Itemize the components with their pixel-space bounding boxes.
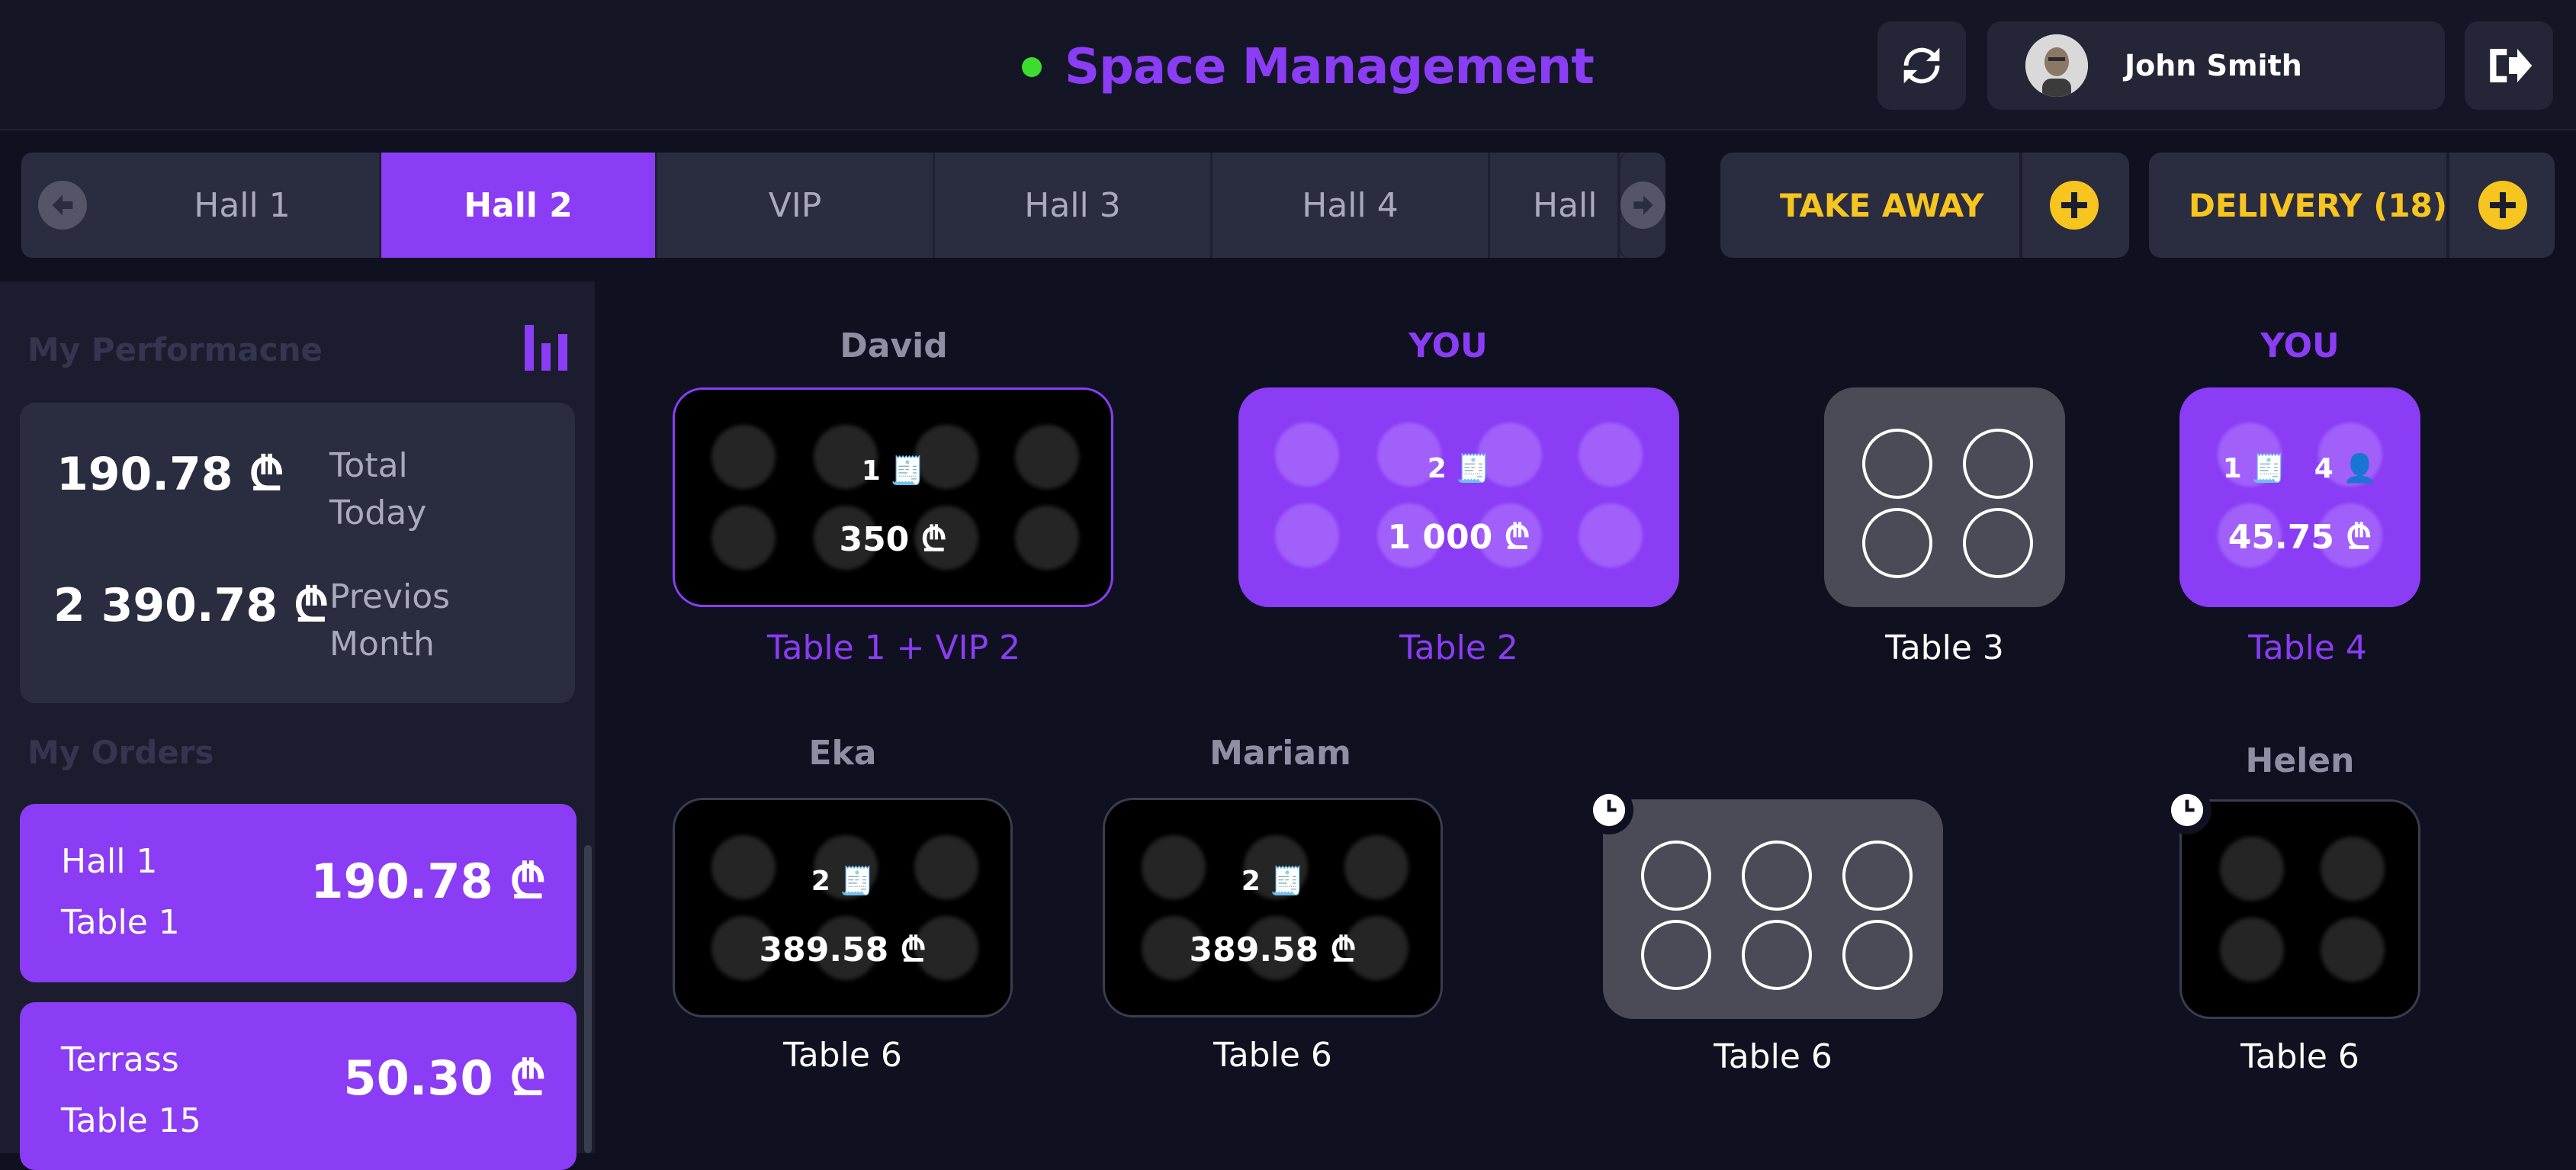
receipt-icon: 🧾	[890, 455, 925, 487]
arrow-left-icon	[38, 181, 87, 230]
table-label: Table 4	[2248, 628, 2367, 667]
receipt-count-value: 2	[811, 866, 830, 897]
receipt-count: 2 🧾	[1238, 452, 1679, 484]
take-away-button[interactable]: TAKE AWAY	[1720, 153, 2129, 258]
waiter-name: Mariam	[1209, 734, 1351, 773]
divider	[2446, 153, 2449, 258]
add-take-away-icon[interactable]	[2050, 181, 2099, 230]
order-hall: Terrass	[61, 1040, 179, 1079]
tab-hall-4[interactable]: Hall 4	[1213, 153, 1490, 258]
table-amount: 389.58 ₾	[759, 931, 927, 969]
waiter-name: Helen	[2245, 741, 2355, 780]
bar-chart-icon[interactable]	[525, 325, 567, 371]
refresh-button[interactable]	[1877, 21, 1966, 110]
table-label: Table 6	[2240, 1037, 2359, 1076]
receipt-count: 2 🧾	[675, 865, 1010, 897]
table-label: Table 3	[1885, 628, 2004, 667]
order-hall: Hall 1	[61, 842, 158, 881]
waiter-name: David	[840, 326, 948, 365]
performance-card: 190.78 ₾ Total Today 2 390.78 ₾ Previos …	[20, 403, 575, 703]
tab-hall-3[interactable]: Hall 3	[935, 153, 1213, 258]
arrow-right-icon	[1620, 182, 1665, 229]
receipt-count-value: 2	[1427, 453, 1447, 484]
guest-count-value: 4	[2314, 453, 2333, 484]
tab-hall-5[interactable]: Hall	[1490, 153, 1620, 258]
order-table: Table 15	[61, 1101, 201, 1140]
logout-icon	[2490, 49, 2533, 82]
receipt-count: 1 🧾	[675, 455, 1111, 487]
clock-icon	[2163, 786, 2211, 834]
waiter-name: YOU	[2260, 326, 2340, 365]
table-card[interactable]: 2 🧾 389.58 ₾	[673, 798, 1013, 1017]
clock-icon	[1585, 786, 1633, 834]
stat-label-line: Previos	[329, 577, 451, 616]
table-label: Table 1 + VIP 2	[766, 628, 1021, 667]
tab-hall-2[interactable]: Hall 2	[381, 153, 657, 258]
tab-vip[interactable]: VIP	[657, 153, 935, 258]
delivery-button[interactable]: DELIVERY (18)	[2149, 153, 2555, 258]
order-amount: 50.30 ₾	[343, 1050, 547, 1106]
person-icon: 👤	[2343, 453, 2378, 484]
table-amount: 389.58 ₾	[1189, 931, 1357, 969]
orders-heading: My Orders	[27, 734, 214, 771]
table-amount: 1 000 ₾	[1387, 518, 1531, 557]
receipt-count-value: 1	[861, 455, 881, 487]
delivery-label: DELIVERY (18)	[2189, 186, 2448, 224]
receipt-count: 2 🧾	[1105, 865, 1441, 897]
take-away-label: TAKE AWAY	[1780, 186, 1984, 224]
table-card[interactable]	[2179, 799, 2420, 1019]
receipt-icon: 🧾	[1456, 453, 1491, 484]
performance-heading: My Performacne	[27, 331, 323, 368]
receipt-count-value: 1	[2222, 453, 2242, 484]
stat-today-value: 190.78 ₾	[56, 448, 284, 501]
table-amount: 350 ₾	[839, 520, 947, 559]
table-card[interactable]: 1 🧾 350 ₾	[673, 387, 1113, 607]
stat-month-value: 2 390.78 ₾	[53, 579, 329, 632]
add-delivery-icon[interactable]	[2478, 181, 2527, 230]
online-status-dot	[1022, 57, 1042, 77]
order-card[interactable]: Terrass Table 15 50.30 ₾	[20, 1002, 577, 1170]
receipt-count-value: 2	[1241, 866, 1261, 897]
refresh-icon	[1903, 47, 1940, 84]
receipt-icon: 🧾	[840, 866, 875, 897]
logout-button[interactable]	[2465, 21, 2553, 110]
table-card[interactable]	[1603, 799, 1943, 1019]
table-stats: 1 🧾 4 👤	[2179, 452, 2420, 484]
table-amount: 45.75 ₾	[2228, 518, 2372, 557]
table-label: Table 6	[1714, 1037, 1832, 1076]
table-card[interactable]: 2 🧾 1 000 ₾	[1238, 387, 1679, 607]
avatar-photo	[2025, 34, 2088, 97]
page-title: Space Management	[1065, 39, 1595, 95]
table-label: Table 2	[1399, 628, 1518, 667]
sidebar-scrollbar[interactable]	[584, 845, 592, 1153]
table-label: Table 6	[1213, 1036, 1332, 1075]
stat-month-label: Previos Month	[329, 574, 450, 668]
order-amount: 190.78 ₾	[310, 853, 546, 909]
waiter-name: YOU	[1408, 326, 1488, 365]
stat-label-line: Month	[329, 625, 435, 664]
table-card[interactable]	[1824, 387, 2065, 607]
tab-hall-1[interactable]: Hall 1	[105, 153, 381, 258]
user-name: John Smith	[2125, 49, 2302, 82]
order-table: Table 1	[61, 903, 180, 942]
order-card[interactable]: Hall 1 Table 1 190.78 ₾	[20, 804, 577, 982]
stat-today-label: Total Today	[329, 442, 426, 537]
stat-label-line: Today	[329, 493, 427, 532]
receipt-icon: 🧾	[2251, 453, 2286, 484]
avatar	[2025, 34, 2088, 97]
tabs-prev-button[interactable]	[21, 153, 104, 258]
receipt-icon: 🧾	[1270, 866, 1305, 897]
divider	[2019, 153, 2022, 258]
stat-label-line: Total	[329, 446, 408, 485]
waiter-name: Eka	[808, 734, 877, 773]
table-label: Table 6	[783, 1036, 902, 1075]
user-profile[interactable]: John Smith	[1987, 21, 2445, 110]
table-card[interactable]: 1 🧾 4 👤 45.75 ₾	[2179, 387, 2420, 607]
table-card[interactable]: 2 🧾 389.58 ₾	[1103, 798, 1443, 1017]
tabs-next-button[interactable]	[1618, 153, 1665, 258]
title-wrap: Space Management	[1022, 31, 1595, 104]
